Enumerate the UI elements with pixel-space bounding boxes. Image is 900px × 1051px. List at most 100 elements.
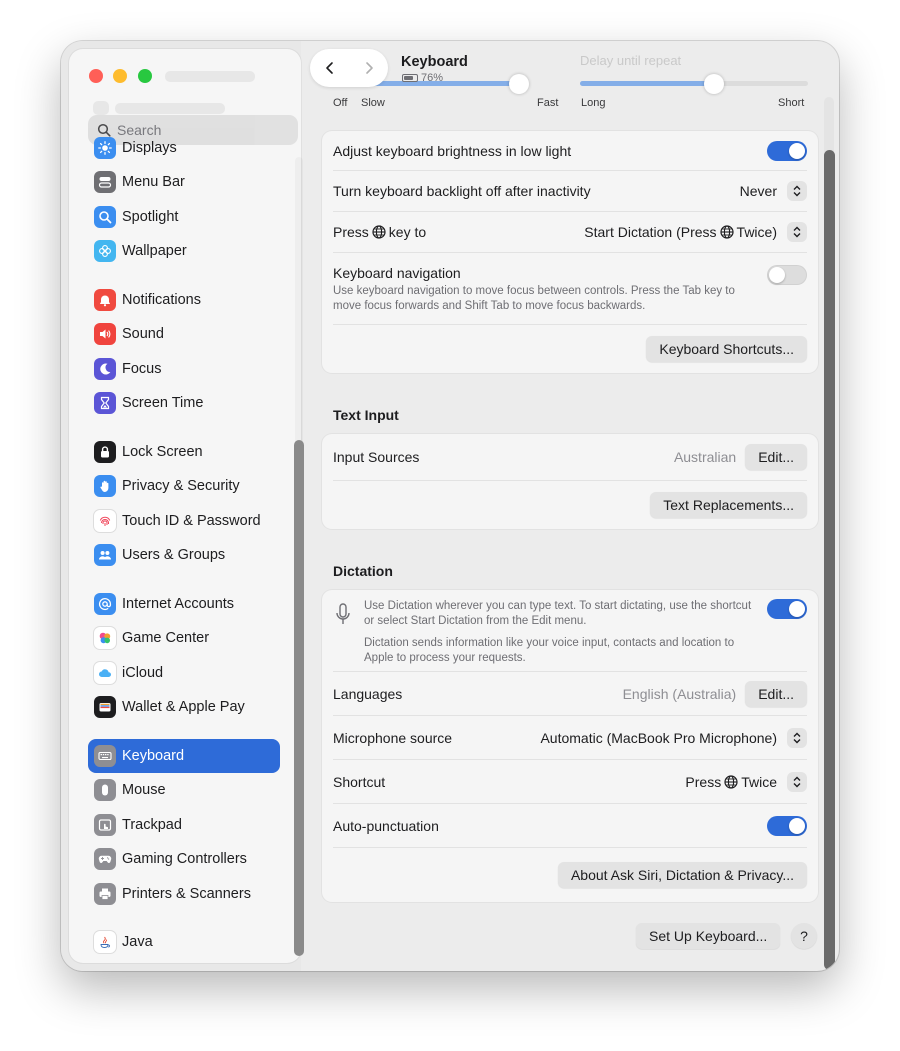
text-replacements-button[interactable]: Text Replacements... xyxy=(650,492,807,518)
dictation-toggle[interactable] xyxy=(767,599,807,619)
dictation-group: Use Dictation wherever you can type text… xyxy=(322,590,818,902)
dictation-info: Use Dictation wherever you can type text… xyxy=(333,599,754,666)
forward-button[interactable] xyxy=(349,49,388,87)
sidebar-item-label: Touch ID & Password xyxy=(122,513,261,529)
battery-status: 76% xyxy=(402,72,443,84)
delay-until-repeat-label: Delay until repeat xyxy=(580,53,682,68)
sidebar-item-touch-id-password[interactable]: Touch ID & Password xyxy=(88,504,280,538)
minimize-window-button[interactable] xyxy=(113,69,127,83)
magnifier-icon xyxy=(94,206,116,228)
bell-icon xyxy=(94,289,116,311)
shortcut-select[interactable]: Press Twice xyxy=(685,771,807,792)
globe-icon xyxy=(719,225,734,239)
chevron-right-icon xyxy=(365,62,373,74)
sidebar-item-printers-scanners[interactable]: Printers & Scanners xyxy=(88,877,280,911)
input-sources-edit-button[interactable]: Edit... xyxy=(745,444,807,470)
hand-icon xyxy=(94,475,116,497)
sidebar-item-focus[interactable]: Focus xyxy=(88,352,280,386)
sidebar-item-lock-screen[interactable]: Lock Screen xyxy=(88,435,280,469)
settings-window: Search Displays Menu Bar Spotlight Wallpape… xyxy=(61,41,839,971)
brightness-label: Adjust keyboard brightness in low light xyxy=(333,142,572,159)
dictation-desc-1: Use Dictation wherever you can type text… xyxy=(364,600,752,627)
sidebar-item-users-groups[interactable]: Users & Groups xyxy=(88,538,280,572)
languages-edit-button[interactable]: Edit... xyxy=(745,680,807,707)
sidebar-item-screen-time[interactable]: Screen Time xyxy=(88,386,280,420)
sidebar-item-game-center[interactable]: Game Center xyxy=(88,621,280,655)
ghost-text xyxy=(165,71,255,82)
mouse-icon xyxy=(94,779,116,801)
sidebar-item-internet-accounts[interactable]: Internet Accounts xyxy=(88,587,280,621)
about-siri-dictation-privacy-button[interactable]: About Ask Siri, Dictation & Privacy... xyxy=(557,862,807,888)
sidebar-item-sound[interactable]: Sound xyxy=(88,317,280,351)
key-repeat-slider-knob[interactable] xyxy=(509,74,529,94)
brightness-toggle[interactable] xyxy=(767,140,807,161)
backlight-off-value: Never xyxy=(739,183,777,199)
dictation-desc-2: Dictation sends information like your vo… xyxy=(364,637,735,664)
keyboard-navigation-toggle[interactable] xyxy=(767,265,807,285)
sidebar-item-mouse[interactable]: Mouse xyxy=(88,773,280,807)
text-replacements-row: Text Replacements... xyxy=(333,481,807,529)
delay-repeat-slider-knob[interactable] xyxy=(704,74,724,94)
gamepad-icon xyxy=(94,848,116,870)
input-sources-value: Australian xyxy=(673,449,737,465)
sidebar-item-displays[interactable]: Displays xyxy=(88,131,280,165)
keyboard-shortcuts-button[interactable]: Keyboard Shortcuts... xyxy=(646,336,807,362)
delay-repeat-slider-fill xyxy=(580,81,715,86)
text-input-heading: Text Input xyxy=(333,407,399,423)
content-scrollbar-thumb[interactable] xyxy=(824,150,835,970)
backlight-off-row: Turn keyboard backlight off after inacti… xyxy=(333,171,807,212)
content-pane: Off Slow Fast Delay until repeat Long Sh… xyxy=(301,41,839,971)
sidebar-item-label: Internet Accounts xyxy=(122,596,235,612)
backlight-off-label: Turn keyboard backlight off after inacti… xyxy=(333,183,591,199)
sidebar-item-notifications[interactable]: Notifications xyxy=(88,283,280,317)
back-button[interactable] xyxy=(310,49,349,87)
close-window-button[interactable] xyxy=(89,69,103,83)
sidebar-item-wallpaper[interactable]: Wallpaper xyxy=(88,234,280,268)
sidebar-item-gaming-controllers[interactable]: Gaming Controllers xyxy=(88,842,280,876)
sidebar-item-label: Sound xyxy=(122,326,164,342)
microphone-select[interactable]: Automatic (MacBook Pro Microphone) xyxy=(540,727,807,748)
slider-label-slow: Slow xyxy=(361,97,385,109)
sidebar-item-privacy-security[interactable]: Privacy & Security xyxy=(88,469,280,503)
sidebar-item-label: Lock Screen xyxy=(122,444,203,460)
sidebar-item-spotlight[interactable]: Spotlight xyxy=(88,200,280,234)
keyboard-navigation-row: Keyboard navigation Use keyboard navigat… xyxy=(333,253,807,325)
sidebar-item-label: Wallet & Apple Pay xyxy=(122,699,245,715)
sidebar-item-icloud[interactable]: iCloud xyxy=(88,656,280,690)
ghost-text xyxy=(115,103,225,114)
about-dictation-row: About Ask Siri, Dictation & Privacy... xyxy=(333,848,807,902)
gamecenter-icon xyxy=(94,627,116,649)
users-icon xyxy=(94,544,116,566)
help-button[interactable]: ? xyxy=(791,923,817,949)
sidebar-item-label: Printers & Scanners xyxy=(122,886,251,902)
sidebar-item-java[interactable]: Java xyxy=(88,925,280,959)
shortcut-row: Shortcut Press Twice xyxy=(333,760,807,804)
shortcut-value: Press Twice xyxy=(685,773,777,790)
keyboard-navigation-description: Use keyboard navigation to move focus be… xyxy=(333,285,735,312)
sidebar-item-trackpad[interactable]: Trackpad xyxy=(88,808,280,842)
dictation-heading: Dictation xyxy=(333,563,393,579)
input-sources-label: Input Sources xyxy=(333,449,420,465)
auto-punctuation-toggle[interactable] xyxy=(767,815,807,836)
sidebar-item-label: Focus xyxy=(122,361,162,377)
backlight-off-select[interactable]: Never xyxy=(740,181,807,201)
languages-row: Languages English (Australia) Edit... xyxy=(333,672,807,716)
microphone-label: Microphone source xyxy=(333,729,453,746)
set-up-keyboard-button[interactable]: Set Up Keyboard... xyxy=(636,923,781,949)
shortcuts-row: Keyboard Shortcuts... xyxy=(333,325,807,373)
sidebar-item-keyboard[interactable]: Keyboard xyxy=(88,739,280,773)
maximize-window-button[interactable] xyxy=(138,69,152,83)
sidebar-item-label: Java xyxy=(122,934,153,950)
sidebar-item-wallet-apple-pay[interactable]: Wallet & Apple Pay xyxy=(88,690,280,724)
sidebar-item-label: Keyboard xyxy=(122,748,185,764)
fingerprint-icon xyxy=(94,510,116,532)
brightness-row: Adjust keyboard brightness in low light xyxy=(333,131,807,171)
cloud-icon xyxy=(94,662,116,684)
ghost-icon xyxy=(93,101,109,115)
navigation-buttons xyxy=(310,49,388,87)
press-key-select[interactable]: Start Dictation (Press Twice) xyxy=(584,222,807,242)
up-down-chevron-icon xyxy=(787,181,807,201)
sidebar-item-menu-bar[interactable]: Menu Bar xyxy=(88,165,280,199)
sidebar-item-label: Wallpaper xyxy=(122,243,187,259)
sidebar-panel: Search Displays Menu Bar Spotlight Wallpape… xyxy=(69,49,304,963)
